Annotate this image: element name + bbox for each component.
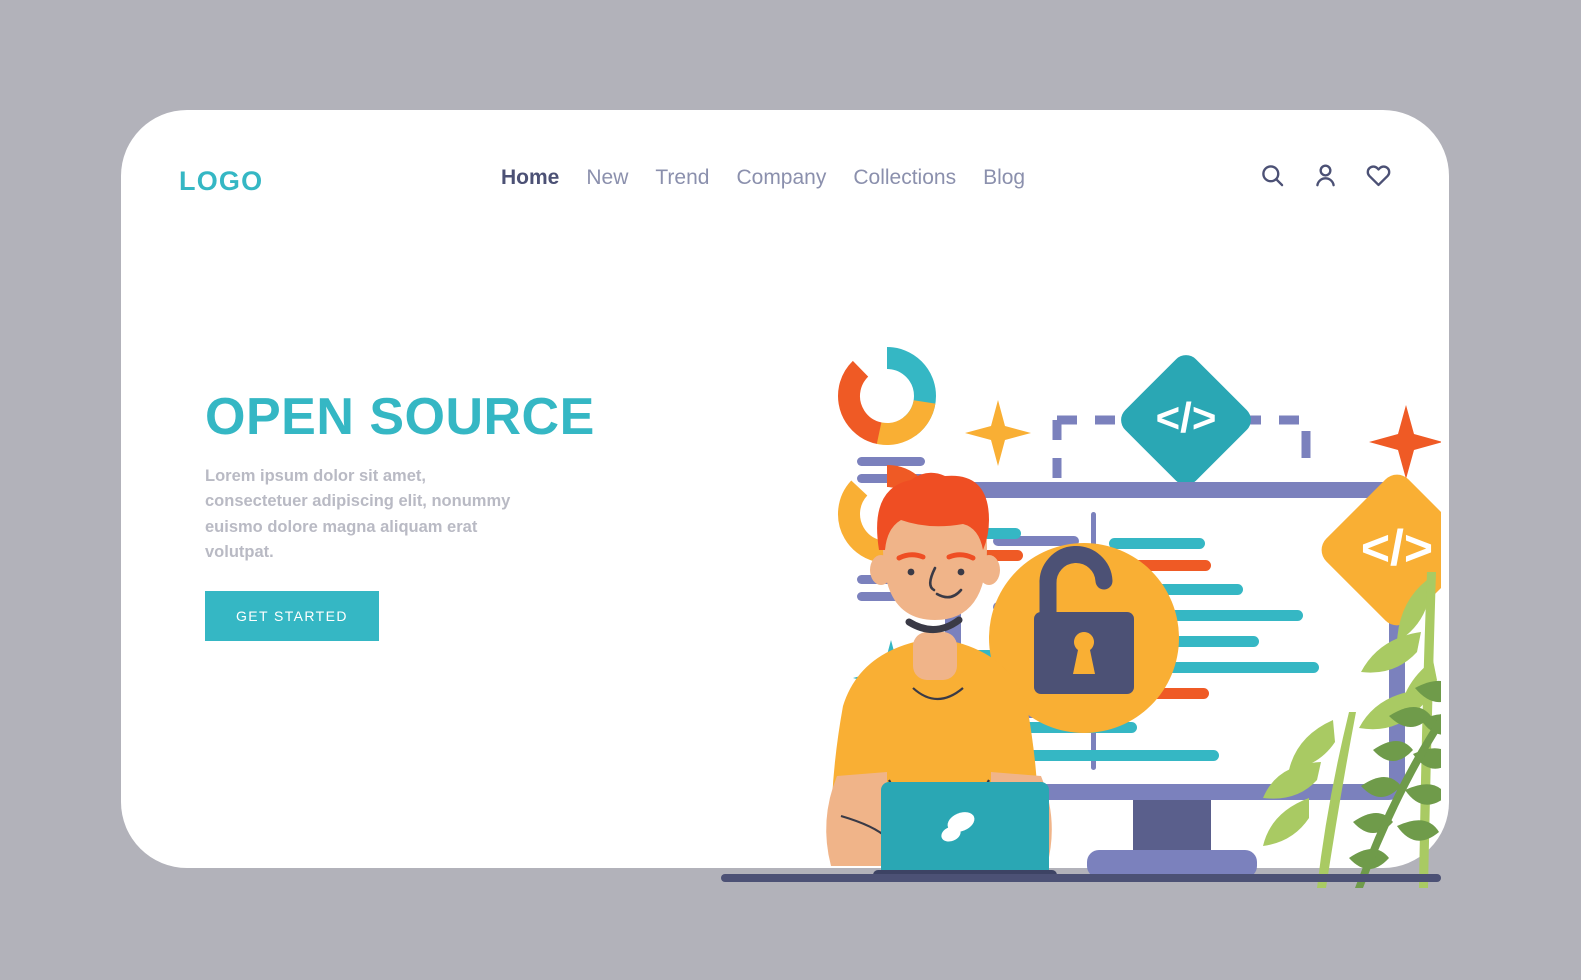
user-icon[interactable] (1312, 162, 1339, 189)
monitor-stand-neck (1133, 800, 1211, 852)
svg-text:</>: </> (1156, 394, 1217, 441)
code-badge-teal: </> (1121, 355, 1251, 485)
monitor-stand-base (1087, 850, 1257, 878)
header-icon-group (1259, 162, 1392, 189)
search-icon[interactable] (1259, 162, 1286, 189)
nav-item-collections[interactable]: Collections (853, 166, 956, 190)
nav-item-trend[interactable]: Trend (655, 166, 709, 190)
main-navigation: Home New Trend Company Collections Blog (501, 166, 1025, 190)
screenshot-root: LOGO Home New Trend Company Collections … (0, 0, 1581, 980)
heart-icon[interactable] (1365, 162, 1392, 189)
donut-chart-top (837, 347, 936, 445)
open-source-illustration: </> </> (721, 220, 1441, 920)
nav-item-home[interactable]: Home (501, 166, 559, 190)
hero-text-block: OPEN SOURCE Lorem ipsum dolor sit amet, … (205, 390, 645, 641)
nav-item-new[interactable]: New (586, 166, 628, 190)
hero-paragraph: Lorem ipsum dolor sit amet, consectetuer… (205, 466, 511, 562)
star-orange (1369, 405, 1441, 479)
laptop (873, 782, 1057, 880)
star-amber (965, 400, 1031, 466)
page-title: OPEN SOURCE (205, 388, 595, 446)
svg-text:</>: </> (1361, 520, 1433, 576)
site-logo[interactable]: LOGO (179, 166, 263, 197)
ground-line (721, 874, 1441, 882)
get-started-button[interactable]: GET STARTED (205, 590, 379, 641)
landing-page-card: LOGO Home New Trend Company Collections … (121, 110, 1449, 888)
nav-item-company[interactable]: Company (736, 166, 826, 190)
nav-item-blog[interactable]: Blog (983, 166, 1025, 190)
character-forearm-left (826, 772, 887, 866)
